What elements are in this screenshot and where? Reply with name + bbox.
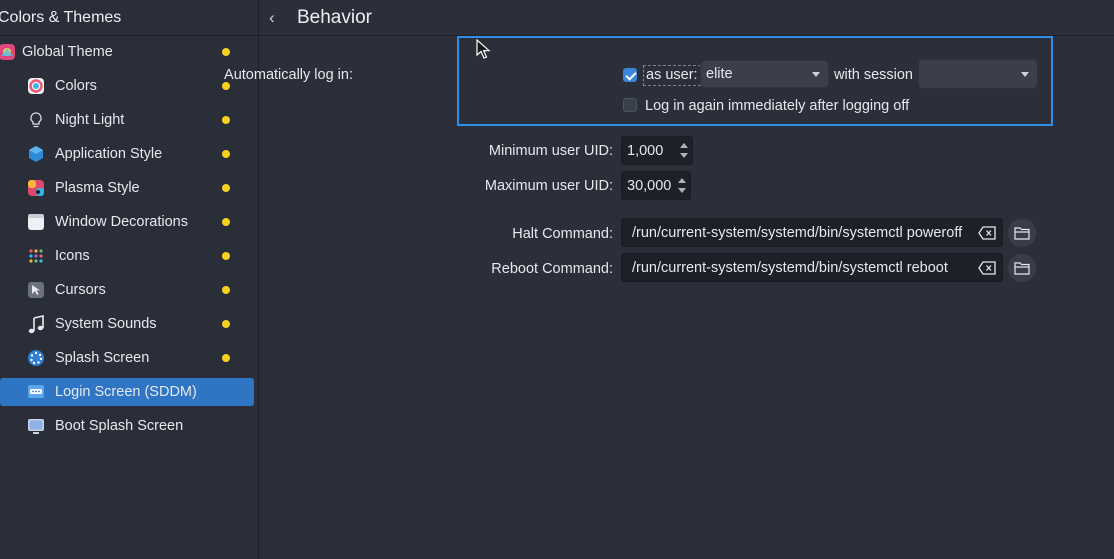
plasma-style-icon [27,179,45,197]
spin-up-icon[interactable] [680,143,688,148]
sidebar-item-label: Colors [55,78,97,94]
sidebar-item-label: Splash Screen [55,350,150,366]
min-uid-spinbox[interactable]: 1,000 [621,136,693,165]
changed-indicator-dot [222,150,230,158]
sidebar-item-colors[interactable]: Colors [0,72,254,100]
with-session-label: with session [834,67,913,83]
sidebar-title: Colors & Themes [0,9,122,26]
application-style-icon [27,145,45,163]
spin-up-icon[interactable] [678,178,686,183]
night-light-icon [27,111,45,129]
sidebar-item-label: Cursors [55,282,106,298]
reboot-command-field[interactable]: /run/current-system/systemd/bin/systemct… [621,253,1003,282]
halt-command-value: /run/current-system/systemd/bin/systemct… [632,225,963,241]
changed-indicator-dot [222,354,230,362]
sidebar-header: Colors & Themes [0,0,258,36]
sidebar-item-splash-screen[interactable]: Splash Screen [0,344,254,372]
sidebar-item-label: Application Style [55,146,163,162]
icons-icon [27,247,45,265]
reboot-command-value: /run/current-system/systemd/bin/systemct… [632,260,948,276]
mouse-pointer-icon [476,39,491,59]
spin-down-icon[interactable] [678,188,686,193]
max-uid-label: Maximum user UID: [484,178,613,194]
sidebar: Colors & Themes Global Theme Colors Nigh… [0,0,259,559]
relogin-label: Log in again immediately after logging o… [645,98,910,114]
user-combobox[interactable]: elite [700,60,829,88]
changed-indicator-dot [222,184,230,192]
sidebar-item-label: Boot Splash Screen [55,418,184,434]
changed-indicator-dot [222,82,230,90]
main-header: ‹ Behavior [259,0,1114,36]
sidebar-item-cursors[interactable]: Cursors [0,276,254,304]
changed-indicator-dot [222,116,230,124]
max-uid-value: 30,000 [627,178,672,194]
sidebar-item-label: Login Screen (SDDM) [55,384,197,400]
changed-indicator-dot [222,252,230,260]
max-uid-spinbox[interactable]: 30,000 [621,171,691,200]
halt-command-label: Halt Command: [512,226,613,242]
back-chevron-icon[interactable]: ‹ [269,8,275,28]
browse-reboot-button[interactable] [1007,253,1037,283]
changed-indicator-dot [222,48,230,56]
sidebar-item-label: Plasma Style [55,180,140,196]
spin-down-icon[interactable] [680,153,688,158]
user-value: elite [706,66,733,82]
sidebar-item-system-sounds[interactable]: System Sounds [0,310,254,338]
changed-indicator-dot [222,218,230,226]
sidebar-item-application-style[interactable]: Application Style [0,140,254,168]
browse-halt-button[interactable] [1007,218,1037,248]
sidebar-item-night-light[interactable]: Night Light [0,106,254,134]
sidebar-item-label: System Sounds [55,316,157,332]
sidebar-item-global-theme[interactable]: Global Theme [0,38,254,66]
autologin-checkbox[interactable] [623,68,637,82]
sidebar-item-login-screen[interactable]: Login Screen (SDDM) [0,378,254,406]
reboot-command-label: Reboot Command: [491,261,613,277]
splash-screen-icon [27,349,45,367]
min-uid-label: Minimum user UID: [488,143,613,159]
halt-command-field[interactable]: /run/current-system/systemd/bin/systemct… [621,218,1003,247]
boot-splash-icon [27,417,45,435]
login-screen-icon [27,383,45,401]
sidebar-item-boot-splash-screen[interactable]: Boot Splash Screen [0,412,254,440]
relogin-checkbox[interactable] [623,98,637,112]
chevron-down-icon [1021,72,1029,77]
sidebar-item-icons[interactable]: Icons [0,242,254,270]
colors-icon [27,77,45,95]
clear-icon[interactable] [978,226,996,240]
sidebar-item-label: Global Theme [22,44,113,60]
folder-icon [1014,262,1030,275]
main-panel: ‹ Behavior Automatically log in: as user… [224,0,1114,559]
chevron-down-icon [812,72,820,77]
music-note-icon [27,315,45,334]
folder-icon [1014,227,1030,240]
window-decorations-icon [27,213,45,231]
changed-indicator-dot [222,286,230,294]
min-uid-value: 1,000 [627,143,664,159]
global-theme-icon [0,43,16,61]
session-combobox[interactable] [918,59,1038,89]
page-title: Behavior [297,7,372,28]
sidebar-item-label: Window Decorations [55,214,188,230]
sidebar-item-label: Icons [55,248,90,264]
sidebar-item-plasma-style[interactable]: Plasma Style [0,174,254,202]
clear-icon[interactable] [978,261,996,275]
sidebar-item-label: Night Light [55,112,125,128]
as-user-label[interactable]: as user: [643,65,701,86]
autologin-label: Automatically log in: [224,67,353,83]
sidebar-item-window-decorations[interactable]: Window Decorations [0,208,254,236]
changed-indicator-dot [222,320,230,328]
cursors-icon [27,281,45,299]
